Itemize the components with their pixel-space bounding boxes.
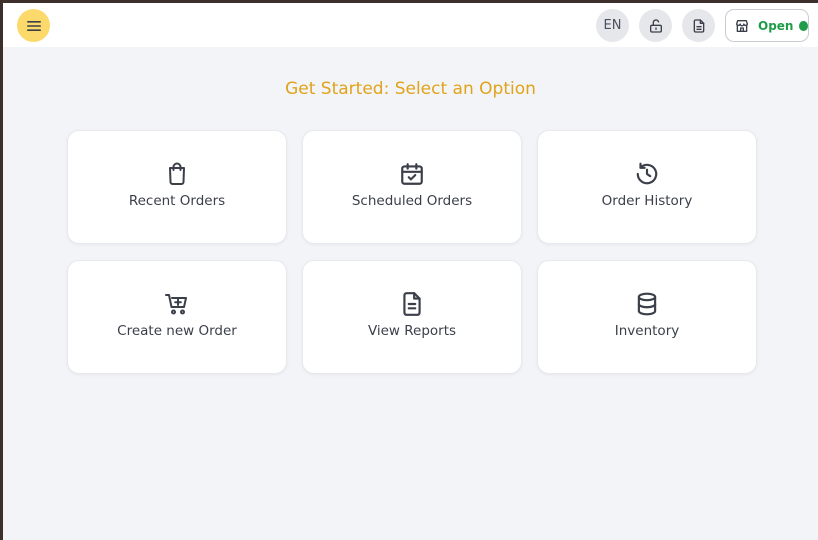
inventory-card[interactable]: Inventory: [537, 260, 757, 374]
scheduled-orders-label: Scheduled Orders: [351, 193, 473, 209]
create-new-order-label: Create new Order: [117, 323, 237, 339]
store-icon: [734, 18, 750, 34]
create-new-order-card[interactable]: Create new Order: [67, 260, 287, 374]
language-label: EN: [603, 18, 622, 33]
status-indicator-dot: [799, 20, 808, 31]
database-icon: [634, 291, 660, 317]
calendar-check-icon: [399, 161, 425, 187]
hamburger-icon: [26, 20, 41, 32]
menu-button[interactable]: [17, 9, 50, 42]
cart-plus-icon: [164, 291, 190, 317]
unlock-icon: [648, 18, 664, 34]
recent-orders-label: Recent Orders: [128, 193, 226, 209]
scheduled-orders-card[interactable]: Scheduled Orders: [302, 130, 522, 244]
order-history-card[interactable]: Order History: [537, 130, 757, 244]
history-icon: [634, 161, 660, 187]
store-status-button[interactable]: Open: [725, 9, 809, 42]
document-icon: [691, 18, 707, 34]
view-reports-label: View Reports: [367, 323, 457, 339]
app-window: EN Open Get Started: Select an Option Re…: [3, 3, 818, 540]
document-button[interactable]: [682, 9, 715, 42]
order-history-label: Order History: [601, 193, 693, 209]
page-title: Get Started: Select an Option: [285, 79, 536, 99]
lock-button[interactable]: [639, 9, 672, 42]
top-bar: EN Open: [3, 3, 818, 47]
store-status-label: Open: [758, 18, 794, 33]
view-reports-card[interactable]: View Reports: [302, 260, 522, 374]
language-button[interactable]: EN: [596, 9, 629, 42]
inventory-label: Inventory: [614, 323, 680, 339]
shopping-bag-icon: [164, 161, 190, 187]
report-icon: [399, 291, 425, 317]
recent-orders-card[interactable]: Recent Orders: [67, 130, 287, 244]
